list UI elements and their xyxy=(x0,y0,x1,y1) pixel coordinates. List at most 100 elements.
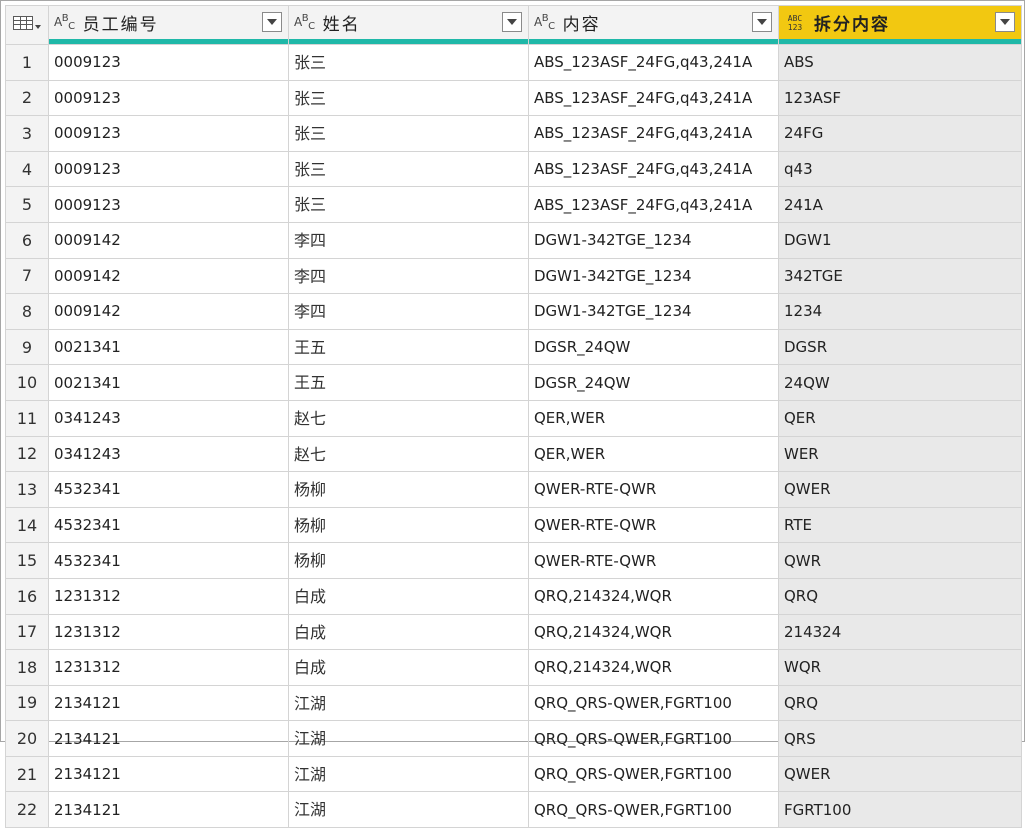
name-cell[interactable]: 江湖 xyxy=(288,720,529,757)
employee-id-cell[interactable]: 1231312 xyxy=(48,649,289,686)
employee-id-cell[interactable]: 2134121 xyxy=(48,755,289,793)
content-cell[interactable]: QRQ_QRS-QWER,FGRT100 xyxy=(528,791,779,828)
column-filter-dropdown[interactable] xyxy=(502,12,522,32)
row-number[interactable]: 19 xyxy=(5,684,49,722)
name-cell[interactable]: 白成 xyxy=(288,649,529,686)
table-row[interactable]: 1 0009123 张三 ABS_123ASF_24FG,q43,241A ABS xyxy=(5,44,1022,81)
column-header-employee-id[interactable]: ABC 员工编号 xyxy=(48,5,289,39)
content-cell[interactable]: QRQ,214324,WQR xyxy=(528,577,779,615)
name-cell[interactable]: 赵七 xyxy=(288,399,529,437)
content-cell[interactable]: QWER-RTE-QWR xyxy=(528,542,779,579)
table-row[interactable]: 16 1231312 白成 QRQ,214324,WQR QRQ xyxy=(5,577,1022,615)
split-content-cell[interactable]: FGRT100 xyxy=(778,791,1022,828)
table-row[interactable]: 5 0009123 张三 ABS_123ASF_24FG,q43,241A 241A xyxy=(5,186,1022,223)
split-content-cell[interactable]: 342TGE xyxy=(778,257,1022,295)
table-row[interactable]: 18 1231312 白成 QRQ,214324,WQR WQR xyxy=(5,649,1022,686)
name-cell[interactable]: 赵七 xyxy=(288,435,529,473)
name-cell[interactable]: 李四 xyxy=(288,293,529,330)
table-row[interactable]: 12 0341243 赵七 QER,WER WER xyxy=(5,435,1022,473)
employee-id-cell[interactable]: 0009123 xyxy=(48,44,289,81)
row-number[interactable]: 6 xyxy=(5,221,49,259)
split-content-cell[interactable]: RTE xyxy=(778,506,1022,544)
employee-id-cell[interactable]: 1231312 xyxy=(48,577,289,615)
table-row[interactable]: 3 0009123 张三 ABS_123ASF_24FG,q43,241A 24FG xyxy=(5,115,1022,152)
table-row[interactable]: 10 0021341 王五 DGSR_24QW 24QW xyxy=(5,364,1022,401)
name-cell[interactable]: 江湖 xyxy=(288,791,529,828)
content-cell[interactable]: DGW1-342TGE_1234 xyxy=(528,221,779,259)
table-row[interactable]: 7 0009142 李四 DGW1-342TGE_1234 342TGE xyxy=(5,257,1022,295)
name-cell[interactable]: 张三 xyxy=(288,186,529,223)
content-cell[interactable]: DGSR_24QW xyxy=(528,364,779,401)
content-cell[interactable]: ABS_123ASF_24FG,q43,241A xyxy=(528,186,779,223)
table-row[interactable]: 17 1231312 白成 QRQ,214324,WQR 214324 xyxy=(5,613,1022,651)
table-row[interactable]: 19 2134121 江湖 QRQ_QRS-QWER,FGRT100 QRQ xyxy=(5,684,1022,722)
employee-id-cell[interactable]: 0009123 xyxy=(48,115,289,152)
split-content-cell[interactable]: QRQ xyxy=(778,684,1022,722)
split-content-cell[interactable]: WQR xyxy=(778,649,1022,686)
row-number[interactable]: 22 xyxy=(5,791,49,828)
employee-id-cell[interactable]: 2134121 xyxy=(48,720,289,757)
row-number[interactable]: 20 xyxy=(5,720,49,757)
row-number[interactable]: 5 xyxy=(5,186,49,223)
text-type-icon[interactable]: ABC xyxy=(54,13,75,32)
content-cell[interactable]: QER,WER xyxy=(528,435,779,473)
text-type-icon[interactable]: ABC xyxy=(294,13,315,32)
split-content-cell[interactable]: 1234 xyxy=(778,293,1022,330)
row-number[interactable]: 11 xyxy=(5,399,49,437)
split-content-cell[interactable]: QRS xyxy=(778,720,1022,757)
text-type-icon[interactable]: ABC xyxy=(534,13,555,32)
content-cell[interactable]: QRQ_QRS-QWER,FGRT100 xyxy=(528,755,779,793)
table-row[interactable]: 11 0341243 赵七 QER,WER QER xyxy=(5,399,1022,437)
split-content-cell[interactable]: QWER xyxy=(778,471,1022,508)
row-number[interactable]: 18 xyxy=(5,649,49,686)
employee-id-cell[interactable]: 4532341 xyxy=(48,542,289,579)
employee-id-cell[interactable]: 0341243 xyxy=(48,399,289,437)
row-number[interactable]: 2 xyxy=(5,79,49,117)
row-number[interactable]: 10 xyxy=(5,364,49,401)
employee-id-cell[interactable]: 0009142 xyxy=(48,221,289,259)
employee-id-cell[interactable]: 2134121 xyxy=(48,684,289,722)
row-number[interactable]: 3 xyxy=(5,115,49,152)
table-row[interactable]: 6 0009142 李四 DGW1-342TGE_1234 DGW1 xyxy=(5,221,1022,259)
content-cell[interactable]: QER,WER xyxy=(528,399,779,437)
split-content-cell[interactable]: q43 xyxy=(778,150,1022,188)
split-content-cell[interactable]: 214324 xyxy=(778,613,1022,651)
split-content-cell[interactable]: 241A xyxy=(778,186,1022,223)
row-number[interactable]: 4 xyxy=(5,150,49,188)
table-row[interactable]: 8 0009142 李四 DGW1-342TGE_1234 1234 xyxy=(5,293,1022,330)
table-row[interactable]: 9 0021341 王五 DGSR_24QW DGSR xyxy=(5,328,1022,366)
content-cell[interactable]: QRQ_QRS-QWER,FGRT100 xyxy=(528,684,779,722)
employee-id-cell[interactable]: 2134121 xyxy=(48,791,289,828)
employee-id-cell[interactable]: 0009142 xyxy=(48,257,289,295)
name-cell[interactable]: 张三 xyxy=(288,115,529,152)
name-cell[interactable]: 杨柳 xyxy=(288,506,529,544)
content-cell[interactable]: QRQ,214324,WQR xyxy=(528,649,779,686)
employee-id-cell[interactable]: 4532341 xyxy=(48,506,289,544)
row-number[interactable]: 1 xyxy=(5,44,49,81)
row-number[interactable]: 9 xyxy=(5,328,49,366)
name-cell[interactable]: 白成 xyxy=(288,613,529,651)
table-row[interactable]: 14 4532341 杨柳 QWER-RTE-QWR RTE xyxy=(5,506,1022,544)
split-content-cell[interactable]: WER xyxy=(778,435,1022,473)
row-number[interactable]: 16 xyxy=(5,577,49,615)
name-cell[interactable]: 白成 xyxy=(288,577,529,615)
employee-id-cell[interactable]: 0021341 xyxy=(48,328,289,366)
table-row[interactable]: 21 2134121 江湖 QRQ_QRS-QWER,FGRT100 QWER xyxy=(5,755,1022,793)
row-number[interactable]: 7 xyxy=(5,257,49,295)
column-header-content[interactable]: ABC 内容 xyxy=(528,5,779,39)
content-cell[interactable]: ABS_123ASF_24FG,q43,241A xyxy=(528,150,779,188)
name-cell[interactable]: 江湖 xyxy=(288,684,529,722)
name-cell[interactable]: 王五 xyxy=(288,364,529,401)
split-content-cell[interactable]: QWR xyxy=(778,542,1022,579)
name-cell[interactable]: 杨柳 xyxy=(288,542,529,579)
row-number[interactable]: 21 xyxy=(5,755,49,793)
name-cell[interactable]: 李四 xyxy=(288,221,529,259)
content-cell[interactable]: QWER-RTE-QWR xyxy=(528,471,779,508)
content-cell[interactable]: QWER-RTE-QWR xyxy=(528,506,779,544)
table-row[interactable]: 15 4532341 杨柳 QWER-RTE-QWR QWR xyxy=(5,542,1022,579)
split-content-cell[interactable]: 24FG xyxy=(778,115,1022,152)
split-content-cell[interactable]: 24QW xyxy=(778,364,1022,401)
table-row[interactable]: 13 4532341 杨柳 QWER-RTE-QWR QWER xyxy=(5,471,1022,508)
content-cell[interactable]: QRQ_QRS-QWER,FGRT100 xyxy=(528,720,779,757)
column-filter-dropdown[interactable] xyxy=(262,12,282,32)
